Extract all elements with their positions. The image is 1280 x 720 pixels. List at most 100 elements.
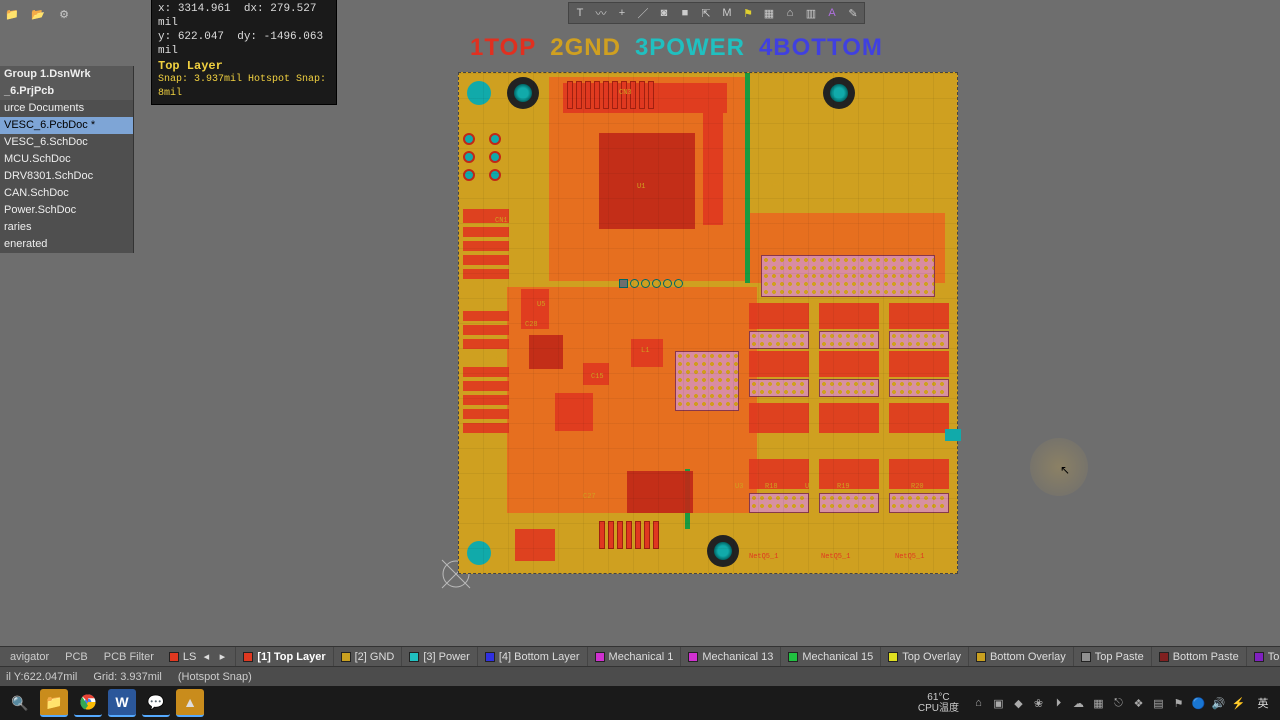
pad xyxy=(463,339,509,349)
edge-tab xyxy=(945,429,961,441)
tray-icon[interactable]: ❖ xyxy=(1131,696,1146,711)
layer-label: Mechanical 1 xyxy=(609,651,674,663)
tree-node[interactable]: VESC_6.PcbDoc * xyxy=(0,117,133,134)
pad xyxy=(463,381,509,391)
tool-pad-icon[interactable]: ◙ xyxy=(655,5,673,21)
layer-label: [2] GND xyxy=(355,651,395,663)
layer-tabs[interactable]: avigatorPCBPCB FilterLS◂▸[1] Top Layer[2… xyxy=(0,646,1280,666)
status-bar: il Y:622.047mil Grid: 3.937mil (Hotspot … xyxy=(0,666,1280,686)
taskbar[interactable]: 🔍 📁 W 💬 ▲ 61°C CPU温度 ⌂ ▣ ◆ ❀ ⏵ ☁ ▦ ⎋ ❖ ▤ ⚑ 🔵 🔊 ⚡ 英 xyxy=(0,686,1280,720)
mount-hole xyxy=(823,77,855,109)
des-r18: R18 xyxy=(765,483,778,491)
prev-layer-icon[interactable]: ◂ xyxy=(200,650,212,663)
des-u4: U4 xyxy=(805,483,813,491)
tray-icon[interactable]: ▤ xyxy=(1151,696,1166,711)
tool-text-icon[interactable]: T xyxy=(571,5,589,21)
project-tree[interactable]: Group 1.DsnWrk_6.PrjPcburce DocumentsVES… xyxy=(0,66,134,253)
tool-flag-icon[interactable]: ⚑ xyxy=(739,5,757,21)
tree-node[interactable]: VESC_6.SchDoc xyxy=(0,134,133,151)
tool-dim-icon[interactable]: ⇱ xyxy=(697,5,715,21)
tool-line-icon[interactable]: ／ xyxy=(634,5,652,21)
layer-tab[interactable]: Bottom Overlay xyxy=(969,647,1074,666)
ime-indicator[interactable]: 英 xyxy=(1252,689,1274,717)
tree-node[interactable]: raries xyxy=(0,219,133,236)
tray-icon[interactable]: ⌂ xyxy=(971,696,986,711)
layer-tab[interactable]: Bottom Paste xyxy=(1152,647,1247,666)
top-icon-bar: 📁 📂 ⚙ xyxy=(4,6,72,22)
layer-tab[interactable]: LS◂▸ xyxy=(162,647,236,666)
layer-tab[interactable]: Top Overlay xyxy=(881,647,969,666)
tool-door-icon[interactable]: ⌂ xyxy=(781,5,799,21)
active-layer: Top Layer xyxy=(158,59,330,73)
tool-m-icon[interactable]: M xyxy=(718,5,736,21)
layer-tab[interactable]: [3] Power xyxy=(402,647,477,666)
tree-node[interactable]: urce Documents xyxy=(0,100,133,117)
tool-plus-icon[interactable]: + xyxy=(613,5,631,21)
open2-icon[interactable]: 📂 xyxy=(30,6,46,22)
panel-tab[interactable]: avigator xyxy=(2,647,57,666)
tree-node[interactable]: _6.PrjPcb xyxy=(0,83,133,100)
tree-node[interactable]: Group 1.DsnWrk xyxy=(0,66,133,83)
tray-icon[interactable]: ⎋ xyxy=(1111,696,1126,711)
tray-icon[interactable]: 🔵 xyxy=(1191,696,1206,711)
tool-rect-icon[interactable]: ■ xyxy=(676,5,694,21)
pin-row xyxy=(619,279,683,288)
layer-title-text: 1TOP 2GND 3POWER 4BOTTOM xyxy=(470,34,883,62)
tree-node[interactable]: enerated xyxy=(0,236,133,253)
tray-icon[interactable]: ❀ xyxy=(1031,696,1046,711)
des-l1: L1 xyxy=(641,347,649,355)
panel-tab[interactable]: PCB xyxy=(57,647,96,666)
des-u3: U3 xyxy=(735,483,743,491)
cpu-temp[interactable]: 61°C CPU温度 xyxy=(918,692,959,714)
layer-tab[interactable]: Top Solder xyxy=(1247,647,1280,666)
layer-tab[interactable]: [2] GND xyxy=(334,647,403,666)
taskbar-search-icon[interactable]: 🔍 xyxy=(6,689,34,717)
mount-hole xyxy=(467,541,491,565)
system-tray[interactable]: ⌂ ▣ ◆ ❀ ⏵ ☁ ▦ ⎋ ❖ ▤ ⚑ 🔵 🔊 ⚡ xyxy=(971,696,1246,711)
tray-icon[interactable]: ▣ xyxy=(991,696,1006,711)
tool-block-icon[interactable]: ▦ xyxy=(760,5,778,21)
tray-icon[interactable]: ⏵ xyxy=(1051,696,1066,711)
pad xyxy=(463,255,509,265)
open-icon[interactable]: 📁 xyxy=(4,6,20,22)
layer-tab[interactable]: Mechanical 15 xyxy=(781,647,881,666)
cursor-icon: ↖ xyxy=(1060,463,1070,477)
tray-icon[interactable]: ▦ xyxy=(1091,696,1106,711)
x-label: x: xyxy=(158,3,171,15)
tool-trace-icon[interactable]: 〰 xyxy=(592,5,610,21)
layer-tab[interactable]: Top Paste xyxy=(1074,647,1152,666)
gear-icon[interactable]: ⚙ xyxy=(56,6,72,22)
tool-pen-icon[interactable]: ✎ xyxy=(844,5,862,21)
panel-tab[interactable]: PCB Filter xyxy=(96,647,162,666)
next-layer-icon[interactable]: ▸ xyxy=(216,650,228,663)
copper-region xyxy=(703,113,723,225)
tray-icon[interactable]: ⚡ xyxy=(1231,696,1246,711)
taskbar-files-icon[interactable]: 📁 xyxy=(40,689,68,717)
layer-swatch xyxy=(169,652,179,662)
taskbar-altium-icon[interactable]: ▲ xyxy=(176,689,204,717)
tree-node[interactable]: Power.SchDoc xyxy=(0,202,133,219)
taskbar-word-icon[interactable]: W xyxy=(108,689,136,717)
layer-tab[interactable]: Mechanical 13 xyxy=(681,647,781,666)
snap-info: Snap: 3.937mil Hotspot Snap: 8mil xyxy=(158,73,330,101)
pad xyxy=(463,367,509,377)
taskbar-chrome-icon[interactable] xyxy=(74,689,102,717)
pcb-canvas[interactable]: C46 C45 CN3 U1 CN1 CN2 L1 C27 C28 C15 U5… xyxy=(458,72,958,574)
layer-tab[interactable]: [1] Top Layer xyxy=(236,647,333,666)
tree-node[interactable]: DRV8301.SchDoc xyxy=(0,168,133,185)
layer-swatch xyxy=(485,652,495,662)
layer-label: Bottom Paste xyxy=(1173,651,1239,663)
tool-a-icon[interactable]: A xyxy=(823,5,841,21)
layer-tab[interactable]: [4] Bottom Layer xyxy=(478,647,588,666)
tree-node[interactable]: CAN.SchDoc xyxy=(0,185,133,202)
status-coord: il Y:622.047mil xyxy=(6,671,77,683)
tray-icon[interactable]: ☁ xyxy=(1071,696,1086,711)
des-net3: NetQ5_1 xyxy=(895,553,924,561)
tray-icon[interactable]: ⚑ xyxy=(1171,696,1186,711)
tool-grid-icon[interactable]: ▥ xyxy=(802,5,820,21)
tree-node[interactable]: MCU.SchDoc xyxy=(0,151,133,168)
tray-icon[interactable]: 🔊 xyxy=(1211,696,1226,711)
taskbar-wechat-icon[interactable]: 💬 xyxy=(142,689,170,717)
layer-tab[interactable]: Mechanical 1 xyxy=(588,647,682,666)
tray-icon[interactable]: ◆ xyxy=(1011,696,1026,711)
